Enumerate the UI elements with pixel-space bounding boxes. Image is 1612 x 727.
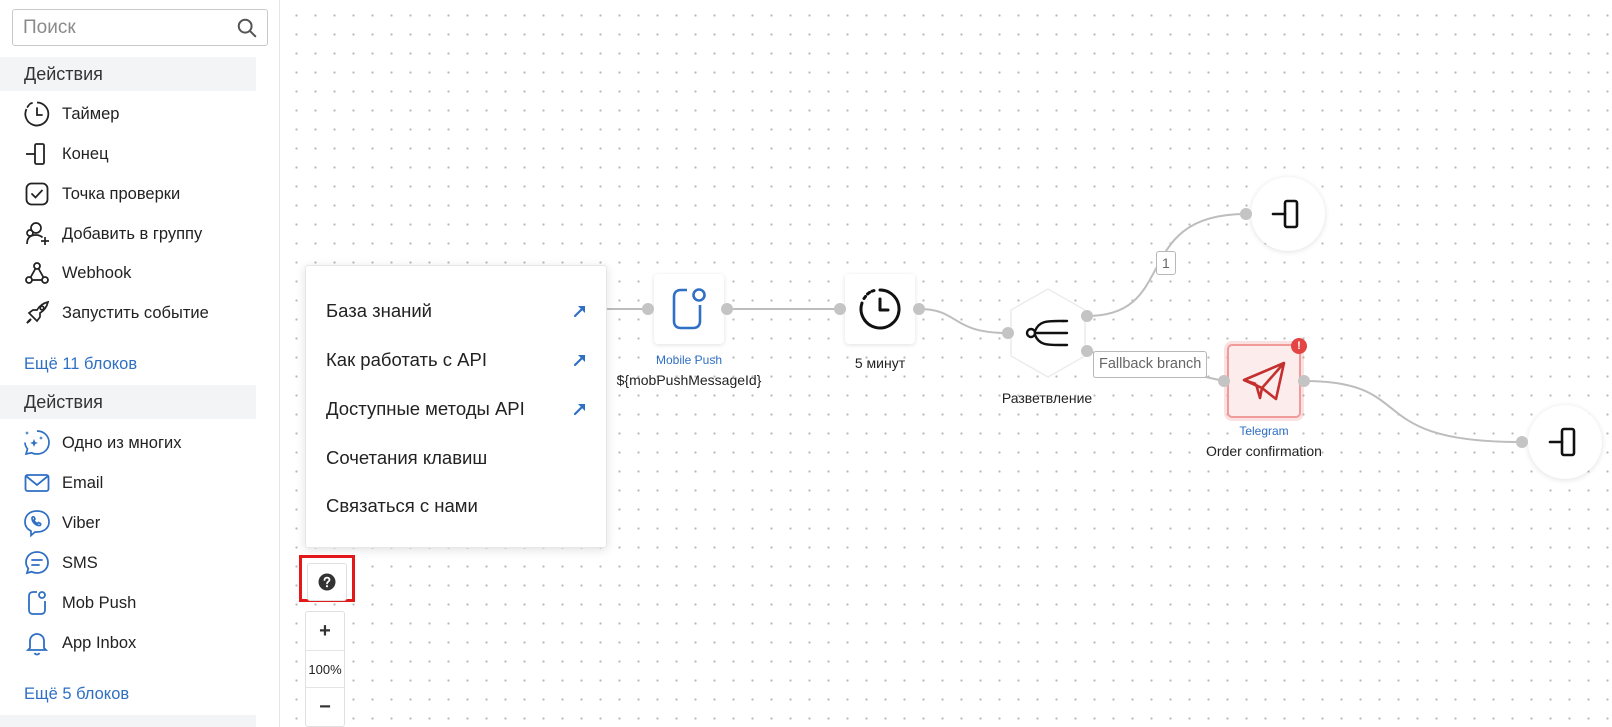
- sidebar-item-checkpoint[interactable]: Точка проверки: [22, 178, 180, 210]
- sidebar-item-viber[interactable]: Viber: [22, 507, 100, 539]
- zoom-controls: + 100% −: [305, 611, 345, 727]
- sidebar-item-label: Webhook: [62, 263, 132, 282]
- help-menu-item-label: Связаться с нами: [326, 495, 478, 516]
- sparkle-chat-icon: [22, 428, 52, 458]
- external-link-icon: [573, 403, 586, 416]
- sidebar-item-trigger-event[interactable]: Запустить событие: [22, 297, 209, 329]
- sidebar-item-timer[interactable]: Таймер: [22, 98, 119, 130]
- node-type-label: Telegram: [1239, 424, 1289, 438]
- mobile-push-icon: [672, 288, 706, 330]
- mobile-push-icon: [22, 588, 52, 618]
- sidebar: Действия Таймер Конец Точка проверки Доб…: [0, 0, 280, 727]
- port-out[interactable]: [721, 303, 733, 315]
- help-menu-item-label: Как работать с API: [326, 349, 487, 370]
- port-out[interactable]: [913, 303, 925, 315]
- sms-icon: [22, 548, 52, 578]
- timer-icon: [859, 288, 901, 330]
- webhook-icon: [22, 258, 52, 288]
- search-icon[interactable]: [236, 17, 258, 39]
- help-menu-item-contact[interactable]: Связаться с нами: [326, 491, 588, 521]
- bell-icon: [22, 628, 52, 658]
- port-in[interactable]: [1240, 208, 1252, 220]
- error-badge: !: [1291, 338, 1307, 354]
- help-menu-item-knowledge-base[interactable]: База знаний: [326, 296, 588, 326]
- port-out[interactable]: [1298, 375, 1310, 387]
- end-icon: [1271, 199, 1299, 229]
- sidebar-item-app-inbox[interactable]: App Inbox: [22, 627, 136, 659]
- sidebar-item-label: Таймер: [62, 104, 120, 123]
- port-in[interactable]: [834, 303, 846, 315]
- node-end[interactable]: [1251, 177, 1325, 251]
- sidebar-item-label: Viber: [62, 513, 101, 532]
- sidebar-item-label: Точка проверки: [62, 184, 181, 203]
- sidebar-item-label: Email: [62, 473, 104, 492]
- end-icon: [1548, 427, 1576, 457]
- node-timer[interactable]: [845, 274, 915, 344]
- help-menu: База знаний Как работать с API Доступные…: [305, 265, 607, 548]
- question-icon: [318, 573, 336, 591]
- external-link-icon: [573, 305, 586, 318]
- telegram-icon: [1242, 361, 1286, 401]
- checkpoint-icon: [22, 179, 52, 209]
- help-menu-item-label: Доступные методы API: [326, 398, 525, 419]
- node-title: ${mobPushMessageId}: [616, 372, 762, 388]
- section-header-partial: [0, 715, 256, 727]
- node-end[interactable]: [1528, 405, 1602, 479]
- node-mobile-push[interactable]: [654, 274, 724, 344]
- zoom-level: 100%: [306, 650, 344, 688]
- edge-label-branch-1[interactable]: 1: [1156, 251, 1176, 275]
- end-icon: [22, 139, 52, 169]
- port-in[interactable]: [1218, 375, 1230, 387]
- more-blocks-link[interactable]: Ещё 5 блоков: [24, 685, 129, 704]
- port-in[interactable]: [642, 303, 654, 315]
- sidebar-item-label: App Inbox: [62, 633, 137, 652]
- add-to-group-icon: [22, 219, 52, 249]
- sidebar-item-label: Одно из многих: [62, 433, 182, 452]
- help-menu-item-label: Сочетания клавиш: [326, 447, 488, 468]
- search-box[interactable]: [12, 9, 268, 46]
- port-in[interactable]: [1002, 327, 1014, 339]
- external-link-icon: [573, 354, 586, 367]
- port-out-1[interactable]: [1081, 310, 1093, 322]
- port-in[interactable]: [1516, 436, 1528, 448]
- sidebar-item-label: Запустить событие: [62, 303, 209, 322]
- help-button[interactable]: [307, 563, 347, 601]
- rocket-icon: [22, 298, 52, 328]
- zoom-out-button[interactable]: −: [306, 688, 344, 726]
- search-input[interactable]: [13, 10, 223, 45]
- node-title: Разветвление: [1001, 390, 1093, 406]
- zoom-in-button[interactable]: +: [306, 612, 344, 650]
- more-blocks-link[interactable]: Ещё 11 блоков: [24, 355, 137, 374]
- sidebar-item-label: Mob Push: [62, 593, 137, 612]
- sidebar-item-label: Добавить в группу: [62, 224, 203, 243]
- node-title: Order confirmation: [1206, 443, 1322, 459]
- port-out-fallback[interactable]: [1081, 345, 1093, 357]
- node-title: 5 минут: [854, 355, 906, 371]
- viber-icon: [22, 508, 52, 538]
- node-type-label: Mobile Push: [655, 353, 723, 367]
- timer-icon: [22, 99, 52, 129]
- node-telegram[interactable]: [1227, 344, 1301, 418]
- sidebar-item-end[interactable]: Конец: [22, 138, 109, 170]
- sidebar-item-webhook[interactable]: Webhook: [22, 257, 131, 289]
- sidebar-item-mob-push[interactable]: Mob Push: [22, 587, 136, 619]
- section-header-actions: Действия: [0, 385, 256, 419]
- sidebar-item-one-of-many[interactable]: Одно из многих: [22, 427, 181, 459]
- sidebar-item-label: SMS: [62, 553, 98, 572]
- node-branch[interactable]: [1009, 287, 1087, 379]
- sidebar-item-add-to-group[interactable]: Добавить в группу: [22, 218, 202, 250]
- email-icon: [22, 468, 52, 498]
- help-menu-item-api-methods[interactable]: Доступные методы API: [326, 394, 588, 424]
- help-menu-item-shortcuts[interactable]: Сочетания клавиш: [326, 443, 588, 473]
- sidebar-item-label: Конец: [62, 144, 109, 163]
- sidebar-item-email[interactable]: Email: [22, 467, 103, 499]
- sidebar-item-sms[interactable]: SMS: [22, 547, 98, 579]
- help-menu-item-api-howto[interactable]: Как работать с API: [326, 345, 588, 375]
- help-menu-item-label: База знаний: [326, 300, 433, 321]
- section-header-actions: Действия: [0, 57, 256, 91]
- edge-label-fallback[interactable]: Fallback branch: [1093, 351, 1208, 378]
